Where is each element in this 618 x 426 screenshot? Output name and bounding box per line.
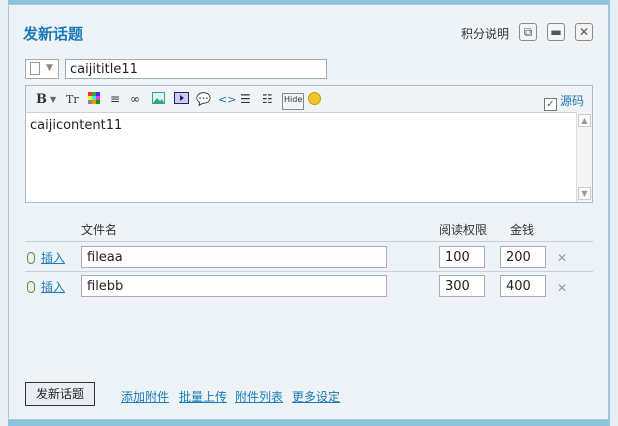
attachment-list-link[interactable]: 附件列表 [235,388,283,405]
score-info-link[interactable]: 积分说明 [461,25,509,42]
filename-input[interactable] [81,246,387,268]
more-settings-link[interactable]: 更多设定 [292,388,340,405]
price-input[interactable] [500,275,546,297]
checkmark-icon[interactable]: ✓ [543,98,557,111]
popout-icon: ⧉ [523,25,533,39]
header-read-permission: 阅读权限 [439,223,488,237]
source-label: 源码 [559,94,584,108]
read-permission-input[interactable] [439,275,485,297]
document-icon [30,62,40,75]
submit-button[interactable]: 发新话题 [25,382,95,406]
chevron-down-icon: ▼ [50,95,57,104]
unordered-list-icon[interactable]: ☷ [262,92,273,107]
scroll-up-icon[interactable]: ▲ [578,114,591,127]
media-icon[interactable] [174,92,189,107]
quote-icon[interactable]: 💬 [196,92,211,107]
paperclip-icon [27,252,35,264]
insert-link[interactable]: 插入 [41,249,65,266]
background-right-edge [610,0,618,426]
row-divider [25,241,593,242]
close-icon: ✕ [578,25,590,39]
align-icon[interactable]: ≡ [110,92,120,107]
editor-toolbar: B ▼ Tr ≡ ∞ 💬 <> ☰ ☷ Hide ✓ 源码 [26,86,592,113]
add-attachment-link[interactable]: 添加附件 [121,388,169,405]
scroll-down-icon[interactable]: ▼ [578,187,591,200]
source-toggle[interactable]: ✓ 源码 [543,92,584,111]
editor-scrollbar[interactable]: ▲ ▼ [576,112,592,202]
background-left-edge [0,0,8,426]
code-icon[interactable]: <> [218,92,236,107]
paperclip-icon [27,281,35,293]
subject-input[interactable] [65,59,327,79]
dialog-title: 发新话题 [23,25,84,43]
image-icon[interactable] [152,92,165,107]
chevron-down-icon: ▼ [46,63,53,73]
read-permission-input[interactable] [439,246,485,268]
popout-button[interactable]: ⧉ [519,23,537,41]
delete-icon[interactable]: ✕ [557,281,567,295]
header-price: 金钱 [510,223,535,237]
smiley-icon[interactable] [308,92,321,107]
filename-input[interactable] [81,275,387,297]
batch-upload-link[interactable]: 批量上传 [179,388,227,405]
maximize-icon: ▬ [550,25,562,39]
new-topic-dialog: 发新话题 积分说明 ⧉ ▬ ✕ ▼ B ▼ Tr ≡ ∞ 💬 [8,4,609,420]
row-divider [25,271,593,272]
ordered-list-icon[interactable]: ☰ [240,92,251,107]
maximize-button[interactable]: ▬ [547,23,565,41]
bold-button[interactable]: B [36,92,47,107]
link-icon[interactable]: ∞ [130,92,140,107]
close-button[interactable]: ✕ [575,23,593,41]
editor: B ▼ Tr ≡ ∞ 💬 <> ☰ ☷ Hide ✓ 源码 caijiconte… [25,85,593,203]
header-filename: 文件名 [81,223,118,237]
editor-content[interactable]: caijicontent11 [30,118,122,133]
hide-button[interactable]: Hide [282,93,305,110]
subject-type-dropdown[interactable]: ▼ [25,59,59,79]
price-input[interactable] [500,246,546,268]
font-size-button[interactable]: Tr [66,92,79,107]
insert-link[interactable]: 插入 [41,278,65,295]
delete-icon[interactable]: ✕ [557,251,567,265]
color-icon[interactable] [88,92,100,107]
